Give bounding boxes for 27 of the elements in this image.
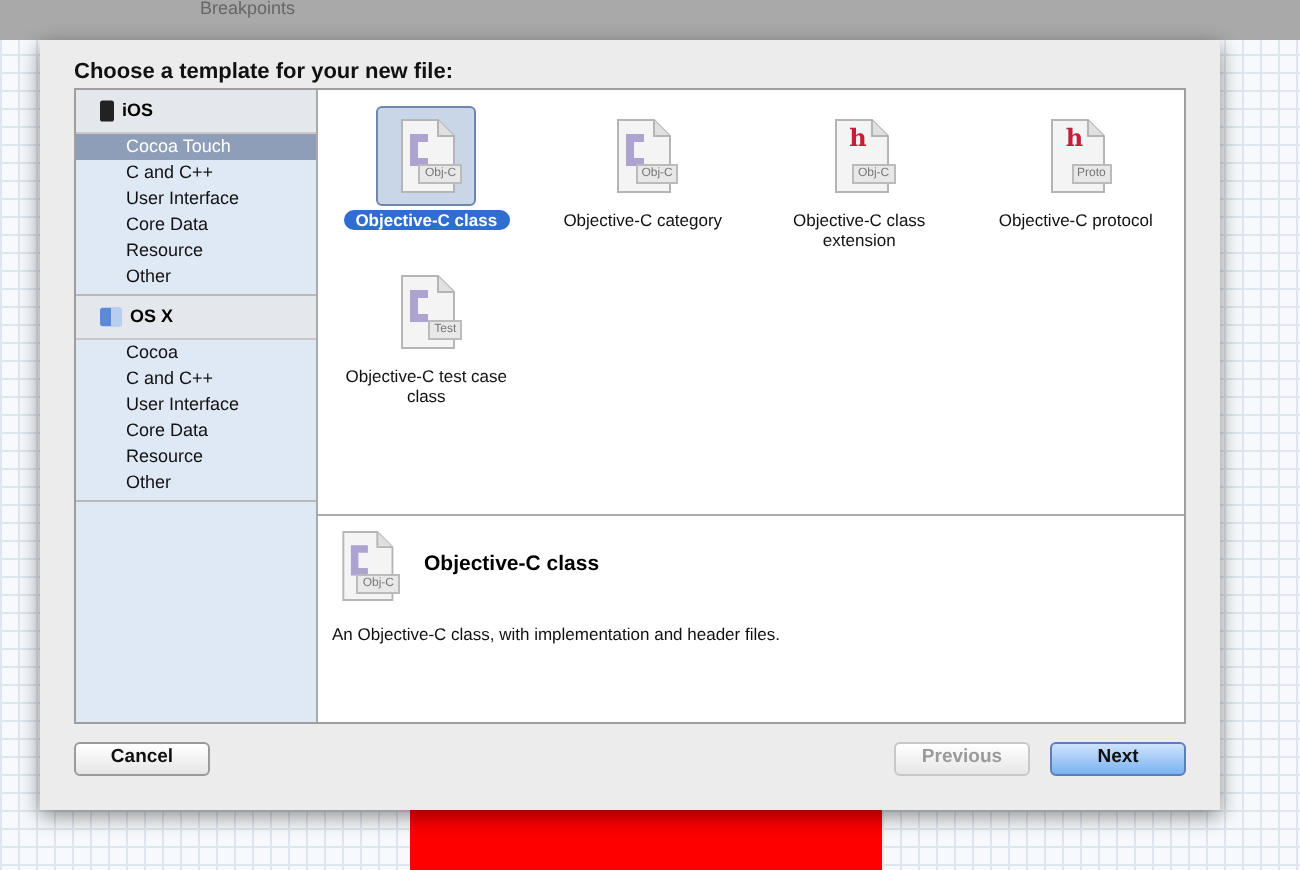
category-item[interactable]: C and C++ [76,366,316,392]
template-label[interactable]: Objective-C protocol [986,210,1165,230]
top-bar-label: Breakpoints [200,0,296,16]
category-item[interactable]: Core Data [76,212,316,238]
description-title: Objective-C class [424,550,600,581]
platform-label: OS X [130,303,174,330]
category-item[interactable]: Other [76,470,316,496]
template-label[interactable]: Objective-C class [343,210,510,230]
template-label[interactable]: Objective-C category [551,210,735,230]
dialog-button[interactable]: Cancel [74,742,210,776]
platform-label: iOS [122,97,154,124]
default-button[interactable]: Next [1050,742,1186,776]
phone-icon [100,100,114,122]
header-glyph: h [1065,126,1084,150]
category-item[interactable]: C and C++ [76,160,316,186]
category-item[interactable]: Resource [76,444,316,470]
template-label[interactable]: Objective-C test case class [326,366,527,406]
header-glyph: h [849,126,867,150]
category-item[interactable]: Cocoa [76,340,316,366]
category-item[interactable]: User Interface [76,392,316,418]
dialog-title: Choose a template for your new file: [74,58,455,88]
template-label[interactable]: Objective-C class extension [759,210,960,250]
category-item[interactable]: Other [76,264,316,290]
category-item[interactable]: Core Data [76,418,316,444]
category-item[interactable]: Resource [76,238,316,264]
description-text: An Objective-C class, with implementation and header files. [332,622,782,648]
category-item[interactable]: User Interface [76,186,316,212]
